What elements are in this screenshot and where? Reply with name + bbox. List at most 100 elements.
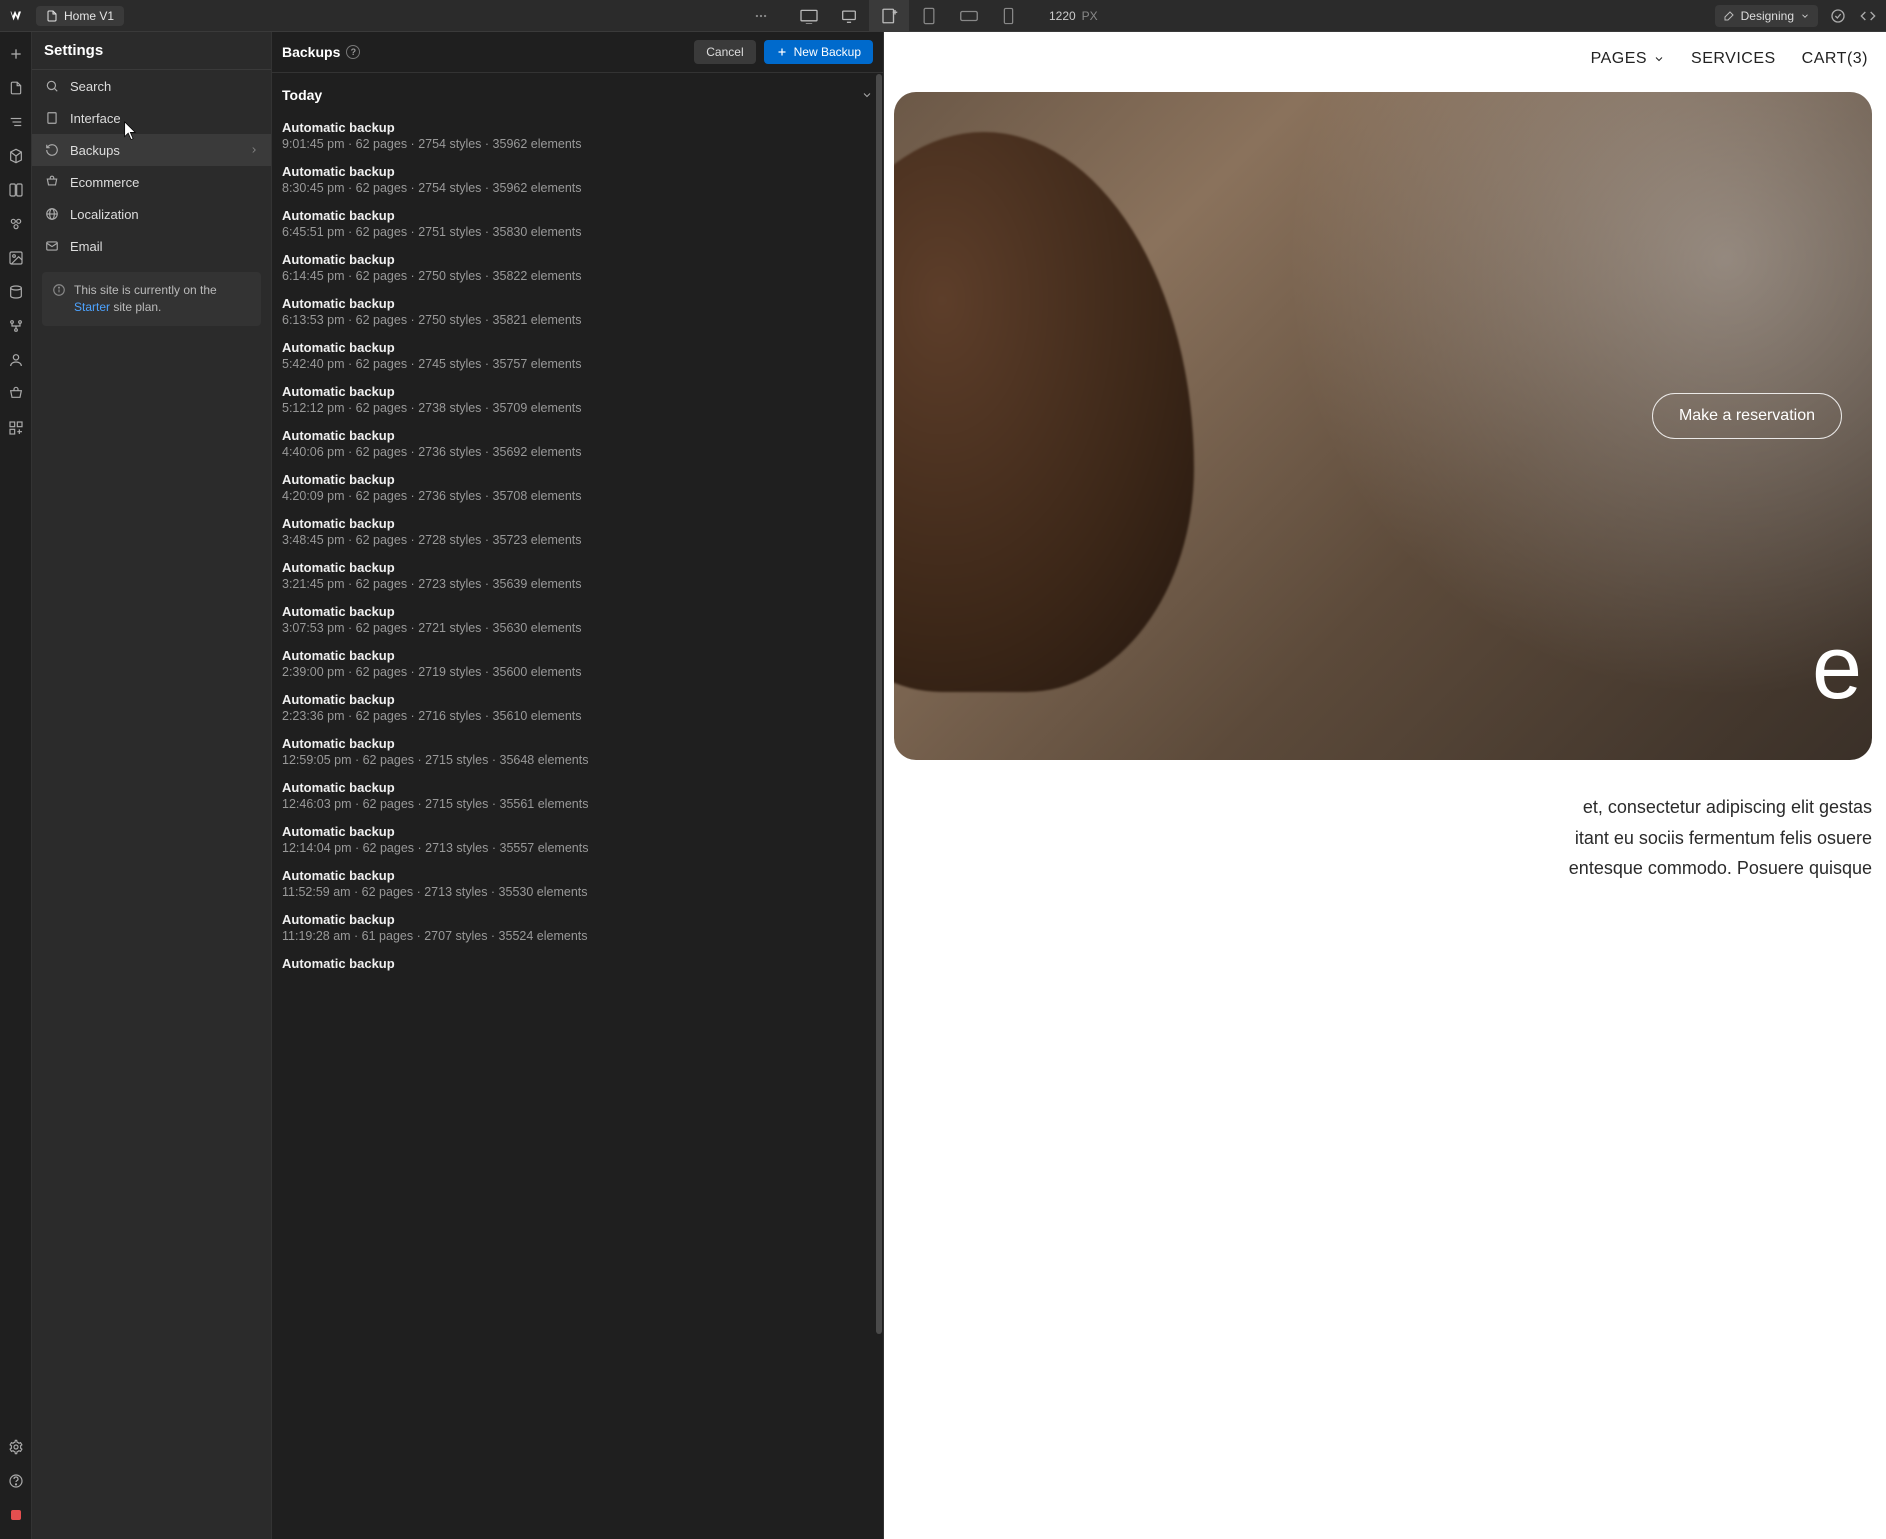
backup-title: Automatic backup <box>282 120 873 135</box>
backup-title: Automatic backup <box>282 516 873 531</box>
apps-icon[interactable] <box>0 412 32 444</box>
backup-item[interactable]: Automatic backup11:52:59 am · 62 pages ·… <box>282 863 873 907</box>
breakpoint-unit: PX <box>1082 9 1098 23</box>
tablet-portrait-icon[interactable] <box>909 0 949 32</box>
chevron-down-icon <box>1800 11 1810 21</box>
settings-gear-icon[interactable] <box>0 1431 32 1463</box>
variables-icon[interactable] <box>0 174 32 206</box>
settings-item-localization[interactable]: Localization <box>32 198 271 230</box>
info-icon <box>52 283 66 297</box>
backup-meta: 4:40:06 pm · 62 pages · 2736 styles · 35… <box>282 445 873 459</box>
components-icon[interactable] <box>0 140 32 172</box>
ecommerce-icon[interactable] <box>0 378 32 410</box>
plan-notice-suffix: site plan. <box>110 300 161 314</box>
backup-title: Automatic backup <box>282 472 873 487</box>
backup-item[interactable]: Automatic backup 3:48:45 pm · 62 pages · … <box>282 511 873 555</box>
backup-title: Automatic backup <box>282 208 873 223</box>
new-backup-button[interactable]: New Backup <box>764 40 873 64</box>
settings-item-email[interactable]: Email <box>32 230 271 262</box>
backup-title: Automatic backup <box>282 384 873 399</box>
backup-item[interactable]: Automatic backup5:12:12 pm · 62 pages · … <box>282 379 873 423</box>
globe-icon <box>44 206 60 222</box>
backup-item[interactable]: Automatic backup2:23:36 pm · 62 pages · … <box>282 687 873 731</box>
add-element-icon[interactable] <box>0 38 32 70</box>
body-line-3: entesque commodo. Posuere quisque <box>894 853 1872 884</box>
audit-indicator[interactable] <box>0 1499 32 1531</box>
nav-pages[interactable]: PAGES <box>1591 50 1665 68</box>
help-circle-icon[interactable]: ? <box>346 45 360 59</box>
code-icon[interactable] <box>1858 6 1878 26</box>
tablet-add-icon[interactable] <box>869 0 909 32</box>
backup-item[interactable]: Automatic backup <box>282 951 873 979</box>
plus-icon <box>776 46 788 58</box>
mode-selector[interactable]: Designing <box>1715 5 1818 27</box>
reserve-button[interactable]: Make a reservation <box>1652 393 1842 439</box>
pages-icon[interactable] <box>0 72 32 104</box>
desktop-icon[interactable] <box>829 0 869 32</box>
settings-item-interface[interactable]: Interface <box>32 102 271 134</box>
backup-meta: 6:13:53 pm · 62 pages · 2750 styles · 35… <box>282 313 873 327</box>
backup-item[interactable]: Automatic backup8:30:45 pm · 62 pages · … <box>282 159 873 203</box>
backup-item[interactable]: Automatic backup5:42:40 pm · 62 pages · … <box>282 335 873 379</box>
scrollbar-thumb[interactable] <box>876 74 882 1334</box>
styles-icon[interactable] <box>0 208 32 240</box>
settings-item-ecommerce[interactable]: Ecommerce <box>32 166 271 198</box>
backup-item[interactable]: Automatic backup3:07:53 pm · 62 pages · … <box>282 599 873 643</box>
backup-title: Automatic backup <box>282 560 873 575</box>
cms-icon[interactable] <box>0 276 32 308</box>
chevron-down-icon <box>861 89 873 101</box>
backup-item[interactable]: Automatic backup12:59:05 pm · 62 pages ·… <box>282 731 873 775</box>
desktop-large-icon[interactable] <box>789 0 829 32</box>
hero-text-fragment: e <box>1812 617 1860 720</box>
backup-item[interactable]: Automatic backup4:40:06 pm · 62 pages · … <box>282 423 873 467</box>
assets-icon[interactable] <box>0 242 32 274</box>
breakpoint-size[interactable]: 1220 PX <box>1049 9 1098 23</box>
nav-services[interactable]: SERVICES <box>1691 50 1776 68</box>
breakpoint-value: 1220 <box>1049 9 1076 23</box>
backup-meta: 8:30:45 pm · 62 pages · 2754 styles · 35… <box>282 181 873 195</box>
settings-item-label: Email <box>70 239 103 254</box>
backup-title: Automatic backup <box>282 956 873 971</box>
page-selector[interactable]: Home V1 <box>36 6 124 26</box>
backup-item[interactable]: Automatic backup 9:01:45 pm · 62 pages · … <box>282 115 873 159</box>
backup-item[interactable]: Automatic backup3:21:45 pm · 62 pages · … <box>282 555 873 599</box>
webflow-logo-icon[interactable] <box>8 6 28 26</box>
nav-cart[interactable]: CART(3) <box>1802 50 1868 68</box>
backup-title: Automatic backup <box>282 692 873 707</box>
backup-item[interactable]: Automatic backup4:20:09 pm · 62 pages · … <box>282 467 873 511</box>
mail-icon <box>44 238 60 254</box>
help-icon[interactable] <box>0 1465 32 1497</box>
backup-meta: 2:39:00 pm · 62 pages · 2719 styles · 35… <box>282 665 873 679</box>
backup-icon <box>44 142 60 158</box>
body-line-1: et, consectetur adipiscing elit gestas <box>894 792 1872 823</box>
phone-landscape-icon[interactable] <box>949 0 989 32</box>
backup-meta: 6:14:45 pm · 62 pages · 2750 styles · 35… <box>282 269 873 283</box>
phone-portrait-icon[interactable] <box>989 0 1029 32</box>
mode-label: Designing <box>1741 9 1794 23</box>
backup-item[interactable]: Automatic backup12:14:04 pm · 62 pages ·… <box>282 819 873 863</box>
check-circle-icon[interactable] <box>1828 6 1848 26</box>
backup-meta: 12:14:04 pm · 62 pages · 2713 styles · 3… <box>282 841 873 855</box>
backup-title: Automatic backup <box>282 296 873 311</box>
logic-icon[interactable] <box>0 310 32 342</box>
cancel-button[interactable]: Cancel <box>694 40 755 64</box>
backup-group-header[interactable]: Today <box>282 83 873 115</box>
backup-meta: 9:01:45 pm · 62 pages · 2754 styles · 35… <box>282 137 873 151</box>
backup-item[interactable]: Automatic backup11:19:28 am · 61 pages ·… <box>282 907 873 951</box>
users-icon[interactable] <box>0 344 32 376</box>
backup-meta: 6:45:51 pm · 62 pages · 2751 styles · 35… <box>282 225 873 239</box>
backup-item[interactable]: Automatic backup 6:13:53 pm · 62 pages · … <box>282 291 873 335</box>
navigator-icon[interactable] <box>0 106 32 138</box>
plan-link[interactable]: Starter <box>74 300 110 314</box>
backup-title: Automatic backup <box>282 736 873 751</box>
settings-item-backups[interactable]: Backups <box>32 134 271 166</box>
nav-cart-label: CART(3) <box>1802 50 1868 68</box>
backup-meta: 3:48:45 pm · 62 pages · 2728 styles · 35… <box>282 533 873 547</box>
settings-item-search[interactable]: Search <box>32 70 271 102</box>
backup-item[interactable]: Automatic backup12:46:03 pm · 62 pages ·… <box>282 775 873 819</box>
page-name: Home V1 <box>64 9 114 23</box>
backup-item[interactable]: Automatic backup6:14:45 pm · 62 pages · … <box>282 247 873 291</box>
backup-item[interactable]: Automatic backup2:39:00 pm · 62 pages · … <box>282 643 873 687</box>
more-icon[interactable] <box>741 0 781 32</box>
backup-item[interactable]: Automatic backup 6:45:51 pm · 62 pages · … <box>282 203 873 247</box>
